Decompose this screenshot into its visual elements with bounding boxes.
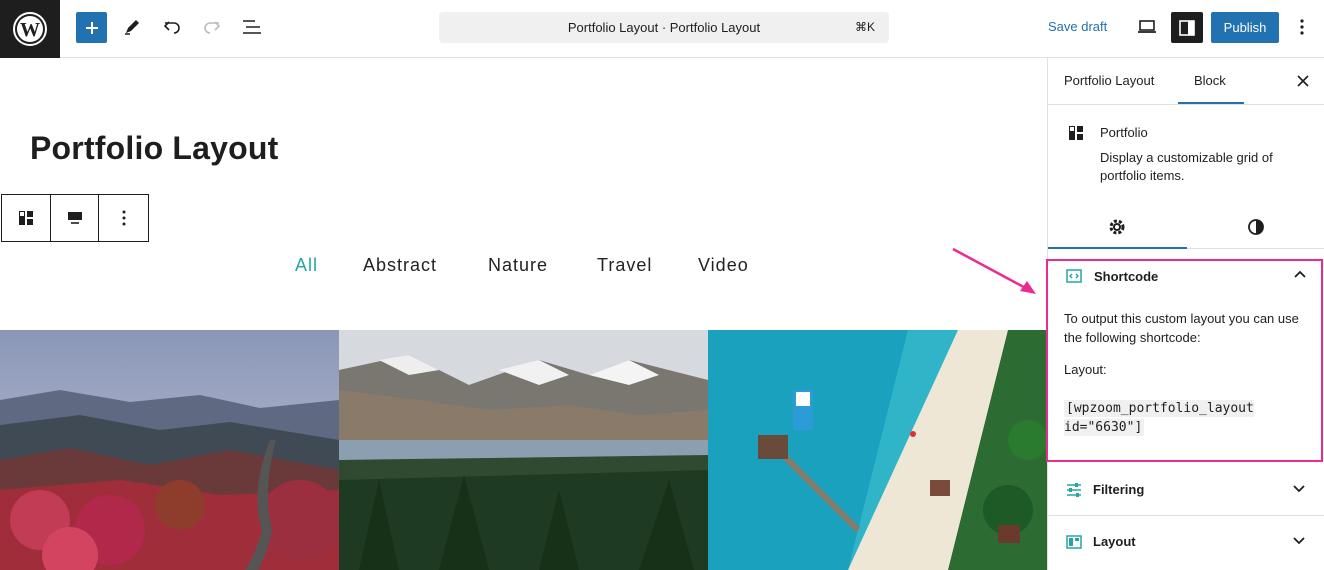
block-card: Portfolio Display a customizable grid of… [1048,105,1324,205]
portfolio-item-beach-aerial[interactable] [708,330,1047,570]
active-panel-tab-indicator [1048,247,1187,249]
annotation-arrow-icon [952,247,1036,294]
block-description: Display a customizable grid of portfolio… [1100,150,1273,183]
layout-icon [1066,534,1082,555]
active-tab-indicator [1178,102,1244,104]
filter-nature[interactable]: Nature [488,255,548,276]
top-toolbar: W Portfolio Layout · Portfolio Layout ⌘K… [0,0,1324,58]
edit-pencil-icon[interactable] [116,11,148,43]
undo-icon[interactable] [156,11,188,43]
settings-gear-icon[interactable] [1048,205,1186,249]
page-title[interactable]: Portfolio Layout [30,130,279,167]
chevron-down-icon[interactable] [1292,481,1306,500]
align-icon[interactable] [51,195,100,241]
filtering-panel-header[interactable]: Filtering [1048,464,1324,516]
wordpress-logo-icon[interactable]: W [0,0,60,58]
command-palette-bar[interactable]: Portfolio Layout · Portfolio Layout ⌘K [439,12,889,43]
redo-icon[interactable] [196,11,228,43]
filter-abstract[interactable]: Abstract [363,255,437,276]
sidebar-tabs: Portfolio Layout Block [1048,58,1324,105]
add-block-button[interactable] [76,12,107,43]
filter-travel[interactable]: Travel [597,255,652,276]
block-panel-tabs [1048,205,1324,249]
block-toolbar [1,194,149,242]
shortcode-code-text[interactable]: [wpzoom_portfolio_layout id="6630"] [1064,400,1254,436]
settings-sidebar: Portfolio Layout Block Portfolio Display… [1046,58,1324,570]
filtering-panel-title: Filtering [1093,482,1145,497]
document-title: Portfolio Layout · Portfolio Layout [567,20,761,35]
shortcode-layout-label: Layout: [1064,362,1107,377]
shortcode-panel-header[interactable]: Shortcode [1048,261,1321,291]
editor-root: W Portfolio Layout · Portfolio Layout ⌘K… [0,0,1324,570]
portfolio-block-icon [1068,125,1084,146]
settings-sidebar-toggle[interactable] [1171,12,1203,43]
save-draft-button[interactable]: Save draft [1048,19,1107,34]
layout-panel-title: Layout [1093,534,1136,549]
filter-all[interactable]: All [295,255,318,276]
publish-button[interactable]: Publish [1211,12,1279,43]
chevron-up-icon[interactable] [1293,268,1307,287]
layout-panel[interactable]: Layout [1048,516,1324,568]
more-options-icon[interactable] [1286,11,1318,43]
editor-canvas: Portfolio Layout All Abstract Nature Tra… [0,58,1047,570]
shortcode-panel: Shortcode To output this custom layout y… [1046,259,1323,462]
tab-block[interactable]: Block [1194,73,1226,88]
command-shortcut: ⌘K [854,20,875,34]
chevron-down-icon[interactable] [1292,533,1306,552]
portfolio-item-autumn-road[interactable] [0,330,339,570]
preview-desktop-icon[interactable] [1131,11,1163,43]
shortcode-description: To output this custom layout you can use… [1064,311,1299,345]
layout-panel-header[interactable]: Layout [1048,516,1324,568]
block-options-icon[interactable] [99,195,148,241]
shortcode-code[interactable]: [wpzoom_portfolio_layout id="6630"] [1064,399,1264,437]
portfolio-gallery [0,330,1047,570]
styles-contrast-icon[interactable] [1187,205,1324,249]
shortcode-panel-title: Shortcode [1094,269,1159,284]
close-icon[interactable] [1294,72,1312,90]
block-name: Portfolio [1100,125,1148,140]
shortcode-icon [1066,268,1082,289]
svg-text:W: W [20,19,40,41]
sliders-icon [1066,482,1082,503]
filter-video[interactable]: Video [698,255,749,276]
filtering-panel[interactable]: Filtering [1048,464,1324,516]
block-type-icon[interactable] [2,195,51,241]
tab-portfolio-layout[interactable]: Portfolio Layout [1064,73,1154,88]
list-view-icon[interactable] [236,11,268,43]
portfolio-item-mountain-lake[interactable] [339,330,708,570]
